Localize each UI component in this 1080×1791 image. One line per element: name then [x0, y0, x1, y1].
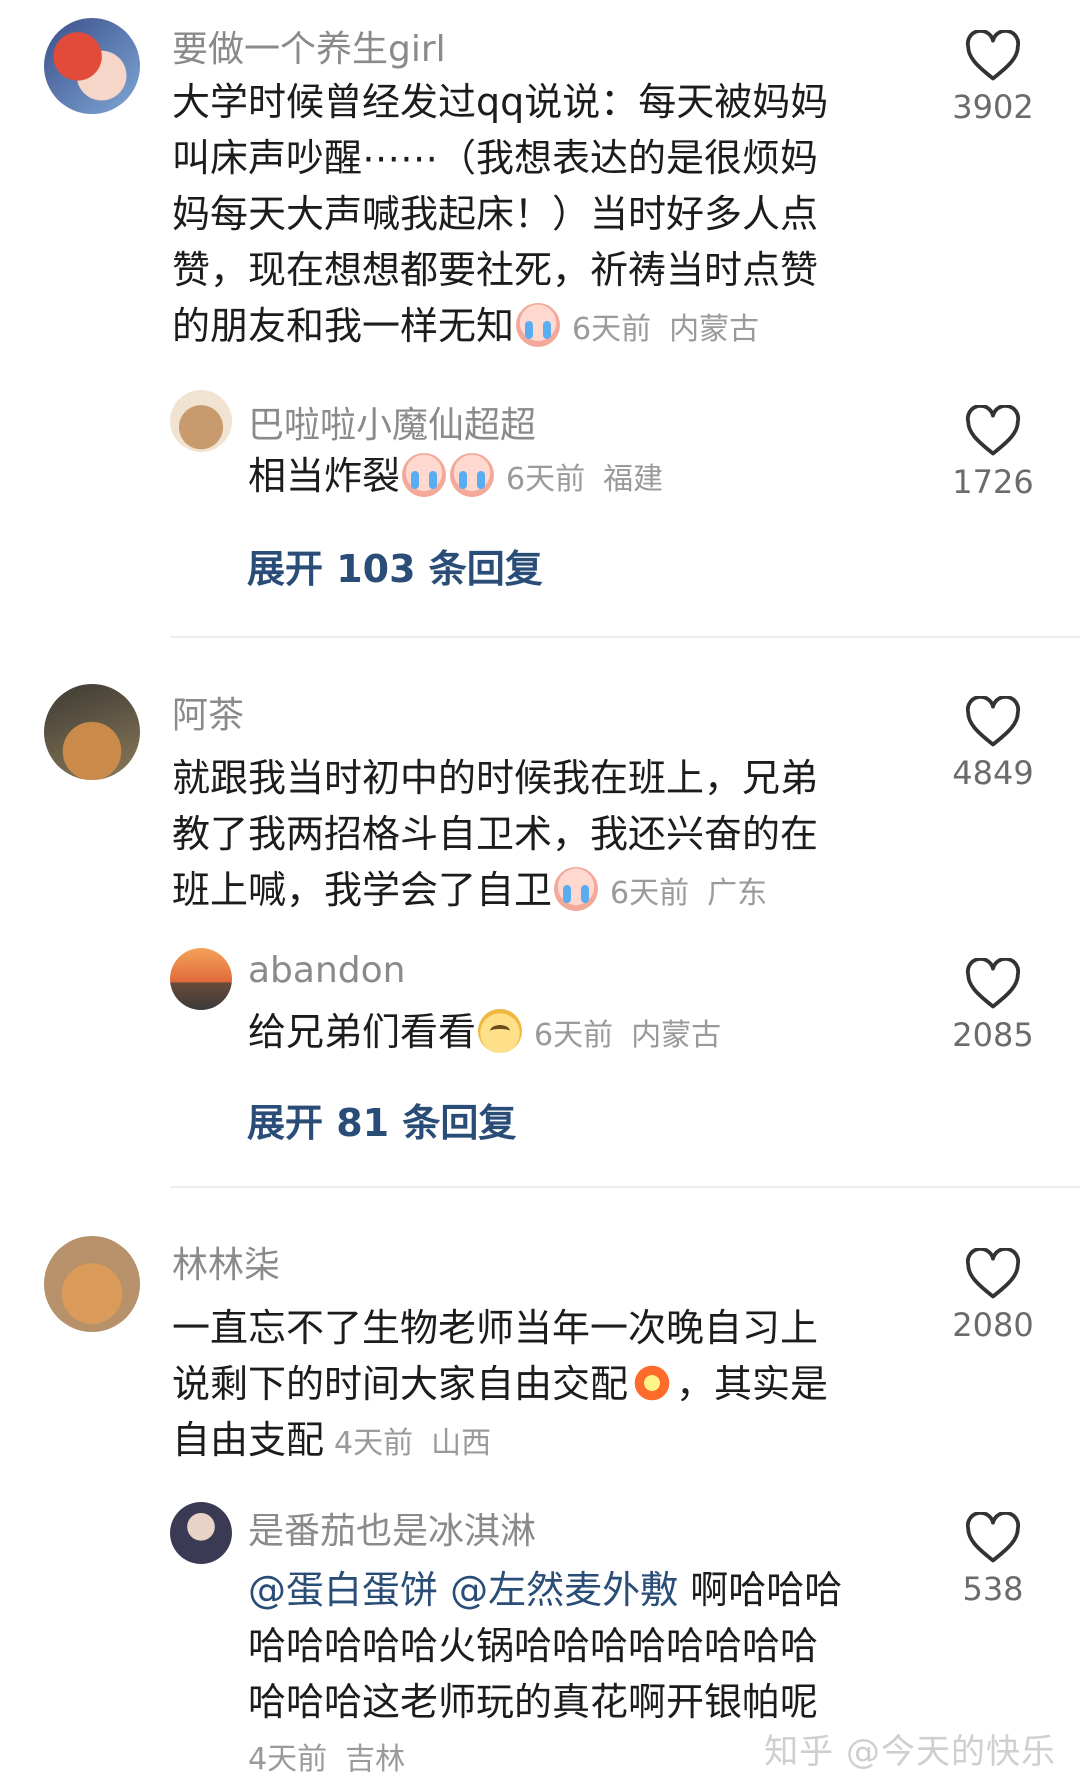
crying-emoji-icon: [516, 303, 561, 347]
heart-outline-icon: [965, 1512, 1021, 1563]
reply-like-button[interactable]: 1726: [948, 405, 1038, 501]
doge-emoji-icon: [478, 1009, 523, 1053]
reply-text: 相当炸裂 6天前 福建: [248, 453, 664, 498]
watermark: 知乎 @今天的快乐: [764, 1732, 1056, 1772]
reply-meta: 4天前 吉林: [248, 1742, 406, 1777]
like-count: 538: [962, 1570, 1024, 1608]
heart-outline-icon: [965, 405, 1021, 456]
user-avatar[interactable]: [44, 1236, 140, 1332]
reply-meta: 6天前 福建: [506, 462, 664, 497]
reply-like-button[interactable]: 538: [948, 1512, 1038, 1608]
like-button[interactable]: 2080: [948, 1248, 1038, 1344]
like-count: 2080: [952, 1306, 1034, 1344]
divider: [170, 636, 1080, 638]
like-button[interactable]: 4849: [948, 696, 1038, 792]
user-avatar[interactable]: [44, 684, 140, 780]
explosion-emoji-icon: [630, 1361, 675, 1405]
heart-outline-icon: [965, 30, 1021, 81]
heart-outline-icon: [965, 958, 1021, 1009]
crying-emoji-icon: [554, 867, 599, 911]
crying-emoji-icon: [402, 453, 447, 497]
comment-text: 就跟我当时初中的时候我在班上，兄弟 教了我两招格斗自卫术，我还兴奋的在 班上喊，…: [172, 756, 819, 912]
comment-text: 一直忘不了生物老师当年一次晚自习上 说剩下的时间大家自由交配 ，其实是 自由支配 4…: [172, 1306, 829, 1462]
comment-meta: 4天前 山西: [334, 1426, 492, 1461]
comment-meta: 6天前 广东: [610, 876, 768, 911]
username[interactable]: 要做一个养生girl: [172, 20, 446, 72]
username[interactable]: 林林柒: [172, 1236, 280, 1288]
heart-outline-icon: [965, 1248, 1021, 1299]
reply-text: @蛋白蛋饼 @左然麦外敷 啊哈哈哈 哈哈哈哈哈火锅哈哈哈哈哈哈哈哈 哈哈哈这老师…: [248, 1568, 843, 1724]
reply-meta: 6天前 内蒙古: [534, 1018, 722, 1053]
crying-emoji-icon: [450, 453, 495, 497]
like-count: 3902: [952, 88, 1034, 126]
divider: [170, 1186, 1080, 1188]
comment-text: 大学时候曾经发过qq说说：每天被妈妈 叫床声吵醒⋯⋯（我想表达的是很烦妈 妈每天…: [172, 80, 829, 348]
reply-username[interactable]: 是番茄也是冰淇淋: [248, 1502, 536, 1554]
like-count: 2085: [952, 1016, 1034, 1054]
expand-replies-link[interactable]: 展开 103 条回复: [247, 538, 543, 593]
reply-like-button[interactable]: 2085: [948, 958, 1038, 1054]
mention-link[interactable]: @蛋白蛋饼: [248, 1568, 438, 1612]
reply-avatar[interactable]: [170, 390, 232, 452]
reply-text: 给兄弟们看看 6天前 内蒙古: [248, 1009, 722, 1054]
like-count: 4849: [952, 754, 1034, 792]
reply-username[interactable]: abandon: [248, 950, 405, 991]
mention-link[interactable]: @左然麦外敷: [450, 1568, 678, 1612]
user-avatar[interactable]: [44, 18, 140, 114]
expand-replies-link[interactable]: 展开 81 条回复: [247, 1092, 516, 1147]
reply-username[interactable]: 巴啦啦小魔仙超超: [248, 396, 536, 448]
reply-avatar[interactable]: [170, 948, 232, 1010]
like-button[interactable]: 3902: [948, 30, 1038, 126]
username[interactable]: 阿茶: [172, 686, 244, 738]
heart-outline-icon: [965, 696, 1021, 747]
like-count: 1726: [952, 463, 1034, 501]
comment-meta: 6天前 内蒙古: [572, 312, 760, 347]
reply-avatar[interactable]: [170, 1502, 232, 1564]
